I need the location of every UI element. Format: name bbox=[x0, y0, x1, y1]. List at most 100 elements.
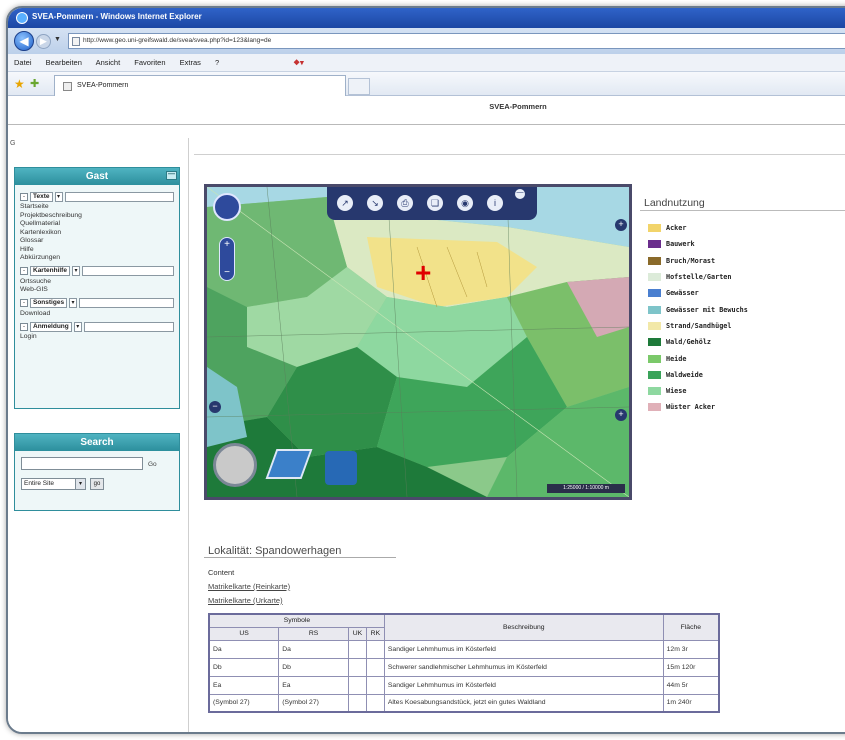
table-row: Ea Ea Sandiger Lehmhumus im Kösterfeld 4… bbox=[208, 675, 720, 695]
link-urkarte[interactable]: Matrikelkarte (Urkarte) bbox=[208, 596, 283, 605]
nav-link-projektbeschreibung[interactable]: Projektbeschreibung bbox=[20, 212, 174, 221]
nav-link-glossar[interactable]: Glossar bbox=[20, 237, 174, 246]
nav-link-ortssuche[interactable]: Ortssuche bbox=[20, 278, 174, 287]
select-field[interactable] bbox=[79, 298, 174, 308]
toolbar-minimize-icon[interactable]: — bbox=[515, 189, 525, 199]
select-texte[interactable]: Texte bbox=[30, 191, 53, 202]
legend-item: Wald/Gehölz bbox=[648, 334, 748, 350]
nav-link-hilfe[interactable]: Hilfe bbox=[20, 246, 174, 255]
nav-link-startseite[interactable]: Startseite bbox=[20, 203, 174, 212]
cell-us: Ea bbox=[208, 675, 280, 695]
legend-swatch bbox=[648, 370, 661, 379]
cell-rs: (Symbol 27) bbox=[278, 693, 349, 713]
tab-label: SVEA-Pommern bbox=[77, 82, 129, 89]
menu-help[interactable]: ? bbox=[215, 58, 219, 67]
select-sonstiges[interactable]: Sonstiges bbox=[30, 298, 68, 308]
select-arrow-icon[interactable]: ▾ bbox=[54, 191, 63, 202]
nav-link-abkuerzungen[interactable]: Abkürzungen bbox=[20, 254, 174, 263]
search-panel-title: Search bbox=[80, 437, 114, 448]
zoom-slider-icon[interactable]: + − bbox=[219, 237, 235, 281]
menu-edit[interactable]: Bearbeiten bbox=[46, 58, 82, 67]
cell-rs: Ea bbox=[278, 675, 349, 695]
zoom-out-tool-icon[interactable]: ↘ bbox=[367, 195, 383, 211]
menu-tools[interactable]: Extras bbox=[180, 58, 201, 67]
gast-panel-title: Gast bbox=[85, 171, 109, 182]
header-divider bbox=[8, 124, 845, 125]
cell-uk bbox=[347, 693, 367, 713]
favorites-bar: ★ ✚ SVEA-Pommern bbox=[8, 72, 845, 96]
history-dropdown-icon[interactable]: ▼ bbox=[54, 36, 61, 43]
pan-left-icon[interactable]: − bbox=[209, 401, 221, 413]
search-input[interactable] bbox=[21, 457, 143, 470]
search-go-label[interactable]: Go bbox=[148, 461, 157, 468]
print-tool-icon[interactable]: ⎙ bbox=[397, 195, 413, 211]
content-label: Content bbox=[208, 568, 235, 577]
symbol-table: Symbole Beschreibung Fläche US RS UK RK … bbox=[208, 613, 720, 713]
pan-right-icon[interactable]: + bbox=[615, 219, 627, 231]
select-arrow-icon[interactable]: ▾ bbox=[69, 298, 78, 308]
cell-uk bbox=[347, 639, 367, 659]
map-viewer[interactable]: ↗ ↘ ⎙ ❏ ◉ i — + − + − + + 1:25000 / 1:100… bbox=[204, 184, 632, 500]
search-submit-button[interactable]: go bbox=[90, 478, 104, 490]
select-kartenhilfe[interactable]: Kartenhilfe bbox=[30, 266, 70, 276]
zoom-in-tool-icon[interactable]: ↗ bbox=[337, 195, 353, 211]
menu-favorites[interactable]: Favoriten bbox=[134, 58, 165, 67]
link-reinkarte[interactable]: Matrikelkarte (Reinkarte) bbox=[208, 582, 290, 591]
menu-view[interactable]: Ansicht bbox=[96, 58, 121, 67]
cell-rs: Db bbox=[278, 657, 349, 677]
legend-label: Wald/Gehölz bbox=[666, 338, 712, 347]
tab-svea[interactable]: SVEA-Pommern bbox=[54, 75, 346, 96]
legend-swatch bbox=[648, 256, 661, 265]
cell-rk bbox=[365, 657, 385, 677]
header-rk: RK bbox=[365, 626, 385, 641]
toggle-icon[interactable]: - bbox=[20, 322, 28, 331]
back-arrow-icon[interactable]: ◀ bbox=[14, 31, 34, 51]
target-tool-icon[interactable]: ◉ bbox=[457, 195, 473, 211]
minimize-icon[interactable]: — bbox=[166, 171, 177, 180]
nav-link-webgis[interactable]: Web-GIS bbox=[20, 286, 174, 295]
search-scope-select[interactable]: Entire Site ▾ bbox=[21, 478, 86, 490]
toggle-icon[interactable]: - bbox=[20, 299, 28, 307]
legend-label: Hofstelle/Garten bbox=[666, 273, 732, 282]
globe-icon[interactable] bbox=[325, 451, 357, 485]
copy-tool-icon[interactable]: ❏ bbox=[427, 195, 443, 211]
table-row: (Symbol 27) (Symbol 27) Altes Koesabungs… bbox=[208, 693, 720, 713]
ie-logo-icon bbox=[16, 12, 28, 24]
new-tab-button[interactable] bbox=[348, 78, 370, 95]
legend-swatch bbox=[648, 403, 661, 412]
pan-right-lower-icon[interactable]: + bbox=[615, 409, 627, 421]
chevron-down-icon[interactable]: ▾ bbox=[75, 479, 85, 489]
nav-link-quellmaterial[interactable]: Quellmaterial bbox=[20, 220, 174, 229]
favorites-star-icon[interactable]: ★ bbox=[14, 77, 25, 91]
legend-label: Wiese bbox=[666, 387, 687, 396]
nav-link-kartenlexikon[interactable]: Kartenlexikon bbox=[20, 229, 174, 238]
forward-arrow-icon[interactable]: ▶ bbox=[36, 34, 51, 49]
toggle-icon[interactable]: - bbox=[20, 267, 28, 275]
pan-control-icon[interactable] bbox=[213, 193, 241, 221]
select-anmeldung[interactable]: Anmeldung bbox=[30, 321, 72, 332]
header-symbole: Symbole bbox=[208, 613, 385, 628]
legend-item: Wüster Acker bbox=[648, 399, 748, 415]
menu-file[interactable]: Datei bbox=[14, 58, 32, 67]
info-tool-icon[interactable]: i bbox=[487, 195, 503, 211]
url-field[interactable]: http://www.geo.uni-greifswald.de/svea/sv… bbox=[68, 33, 845, 49]
overview-map-icon[interactable] bbox=[213, 443, 257, 487]
select-field[interactable] bbox=[64, 191, 174, 202]
nav-link-login[interactable]: Login bbox=[20, 333, 174, 342]
legend-label: Gewässer bbox=[666, 289, 699, 298]
select-arrow-icon[interactable]: ▾ bbox=[73, 321, 82, 332]
nav-link-download[interactable]: Download bbox=[20, 310, 174, 319]
toggle-icon[interactable]: - bbox=[20, 192, 28, 201]
addon-icon[interactable]: ❖▾ bbox=[293, 58, 304, 67]
select-field[interactable] bbox=[81, 266, 174, 276]
legend-label: Strand/Sandhügel bbox=[666, 321, 732, 330]
select-arrow-icon[interactable]: ▾ bbox=[71, 266, 80, 276]
legend-item: Bruch/Morast bbox=[648, 253, 748, 269]
select-field[interactable] bbox=[83, 321, 174, 332]
map-canvas[interactable] bbox=[207, 187, 629, 497]
add-favorite-icon[interactable]: ✚ bbox=[30, 77, 39, 90]
menu-bar: Datei Bearbeiten Ansicht Favoriten Extra… bbox=[8, 54, 845, 72]
cell-area: 15m 120r bbox=[662, 657, 720, 677]
legend-swatch bbox=[648, 387, 661, 396]
legend-title: Landnutzung bbox=[644, 197, 705, 209]
